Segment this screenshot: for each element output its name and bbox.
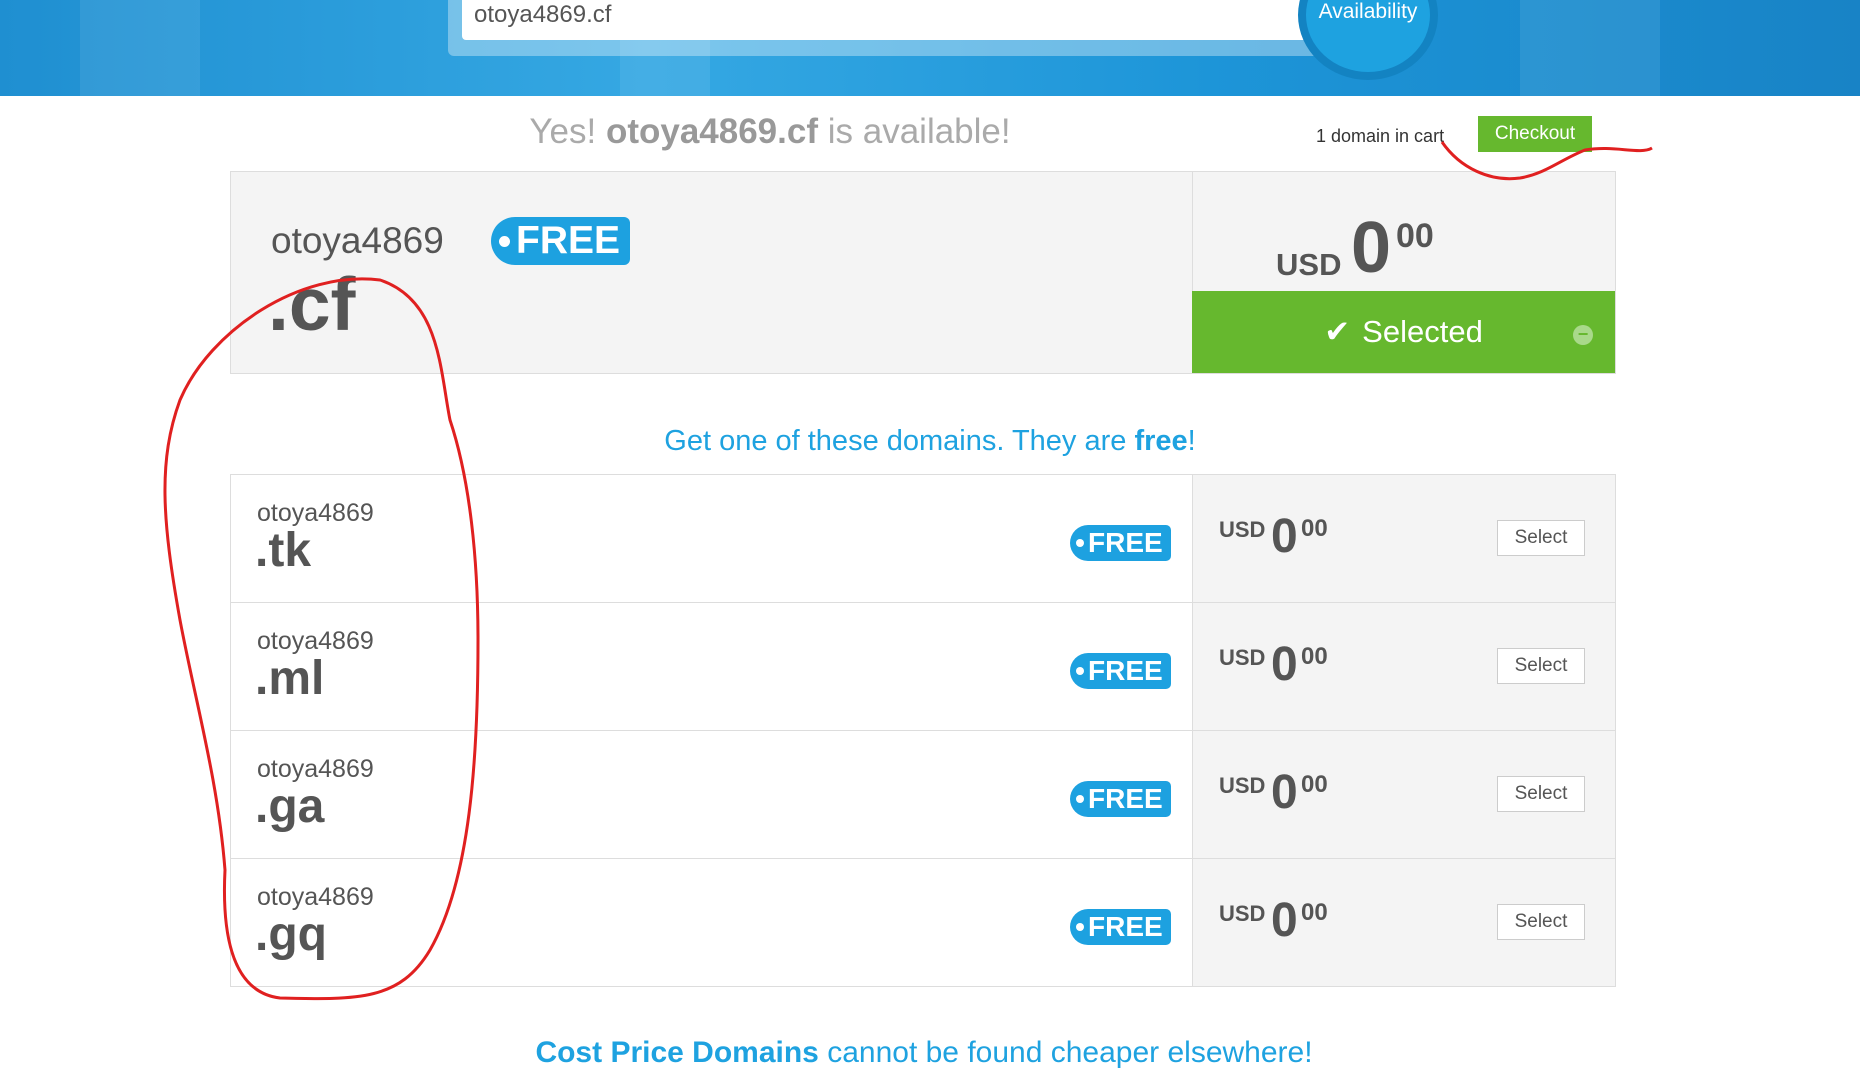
suggested-domains-list: otoya4869 .tk FREE USD 0 00 Select otoya…: [230, 474, 1616, 987]
badge-label: FREE: [1088, 527, 1163, 558]
price-cell: USD 0 00 Select: [1193, 603, 1615, 730]
badge-dot-icon: [1076, 539, 1084, 547]
price-currency: USD: [1219, 901, 1266, 926]
footer-brand: Cost Price Domains: [535, 1036, 819, 1069]
free-badge: FREE: [1070, 525, 1171, 561]
domain-extension: .ml: [255, 652, 325, 705]
promo-punctuation: !: [1187, 425, 1196, 457]
checkout-button[interactable]: Checkout: [1478, 116, 1592, 152]
domain-search-input[interactable]: [462, 0, 1332, 40]
domain-row: otoya4869 .ga FREE USD 0 00 Select: [231, 731, 1615, 859]
price-integer: 0: [1271, 766, 1298, 819]
selected-domain-panel: otoya4869 FREE .cf USD 0 00 ✔ Selected −: [230, 171, 1616, 374]
availability-label: Availability: [1318, 0, 1418, 23]
free-domains-heading: Get one of these domains. They are free!: [0, 425, 1860, 458]
price-currency: USD: [1219, 517, 1266, 542]
price-integer: 0: [1271, 638, 1298, 691]
badge-dot-icon: [1076, 923, 1084, 931]
free-badge: FREE: [1070, 909, 1171, 945]
price-cell: USD 0 00 Select: [1193, 731, 1615, 858]
price-currency: USD: [1219, 645, 1266, 670]
domain-name: otoya4869: [271, 220, 444, 261]
badge-label: FREE: [516, 219, 621, 262]
status-suffix: is available!: [827, 112, 1011, 151]
availability-status: Yes! otoya4869.cf is available!: [0, 112, 1540, 152]
price-decimal: 00: [1301, 515, 1328, 542]
price-decimal: 00: [1301, 771, 1328, 798]
selected-domain-info: otoya4869 FREE .cf: [231, 172, 1193, 373]
select-button[interactable]: Select: [1497, 648, 1585, 684]
price-cell: USD 0 00 Select: [1193, 859, 1615, 986]
badge-label: FREE: [1088, 655, 1163, 686]
banner-decoration: [1520, 0, 1660, 96]
domain-extension: .tk: [255, 524, 312, 577]
check-icon: ✔: [1324, 314, 1351, 349]
price-currency: USD: [1276, 247, 1342, 282]
select-button[interactable]: Select: [1497, 904, 1585, 940]
free-badge: FREE: [1070, 653, 1171, 689]
footer-text: cannot be found cheaper elsewhere!: [827, 1036, 1313, 1069]
domain-info: otoya4869 .ga FREE: [231, 731, 1193, 858]
domain-row: otoya4869 .gq FREE USD 0 00 Select: [231, 859, 1615, 986]
domain-row: otoya4869 .ml FREE USD 0 00 Select: [231, 603, 1615, 731]
domain-info: otoya4869 .gq FREE: [231, 859, 1193, 986]
select-button[interactable]: Select: [1497, 520, 1585, 556]
cart-count: 1 domain in cart: [1316, 126, 1445, 146]
badge-label: FREE: [1088, 911, 1163, 942]
domain-extension: .cf: [268, 262, 356, 346]
select-button[interactable]: Select: [1497, 776, 1585, 812]
price-decimal: 00: [1301, 643, 1328, 670]
domain-info: otoya4869 .ml FREE: [231, 603, 1193, 730]
price-cell: USD 0 00 Select: [1193, 475, 1615, 602]
selected-button[interactable]: ✔ Selected −: [1192, 291, 1615, 373]
promo-text: Get one of these domains. They are: [664, 425, 1135, 457]
promo-emphasis: free: [1134, 425, 1188, 457]
price-currency: USD: [1219, 773, 1266, 798]
badge-dot-icon: [1076, 795, 1084, 803]
domain-info: otoya4869 .tk FREE: [231, 475, 1193, 602]
price-decimal: 00: [1396, 217, 1434, 255]
badge-label: FREE: [1088, 783, 1163, 814]
free-badge: FREE: [491, 217, 631, 265]
domain-extension: .ga: [255, 780, 325, 833]
price-decimal: 00: [1301, 899, 1328, 926]
status-prefix: Yes!: [529, 112, 597, 151]
check-availability-button[interactable]: Availability: [1298, 0, 1438, 80]
header-banner: Availability: [0, 0, 1860, 96]
domain-row: otoya4869 .tk FREE USD 0 00 Select: [231, 475, 1615, 603]
badge-dot-icon: [499, 235, 510, 247]
domain-extension: .gq: [255, 908, 327, 961]
status-domain: otoya4869.cf: [605, 112, 818, 151]
price-integer: 0: [1351, 208, 1392, 288]
price-integer: 0: [1271, 894, 1298, 947]
selected-label: Selected: [1362, 314, 1483, 349]
badge-dot-icon: [1076, 667, 1084, 675]
banner-decoration: [80, 0, 200, 96]
minus-circle-icon[interactable]: −: [1573, 325, 1593, 345]
price-integer: 0: [1271, 510, 1298, 563]
footer-tagline: Cost Price Domains cannot be found cheap…: [0, 1036, 1848, 1070]
free-badge: FREE: [1070, 781, 1171, 817]
